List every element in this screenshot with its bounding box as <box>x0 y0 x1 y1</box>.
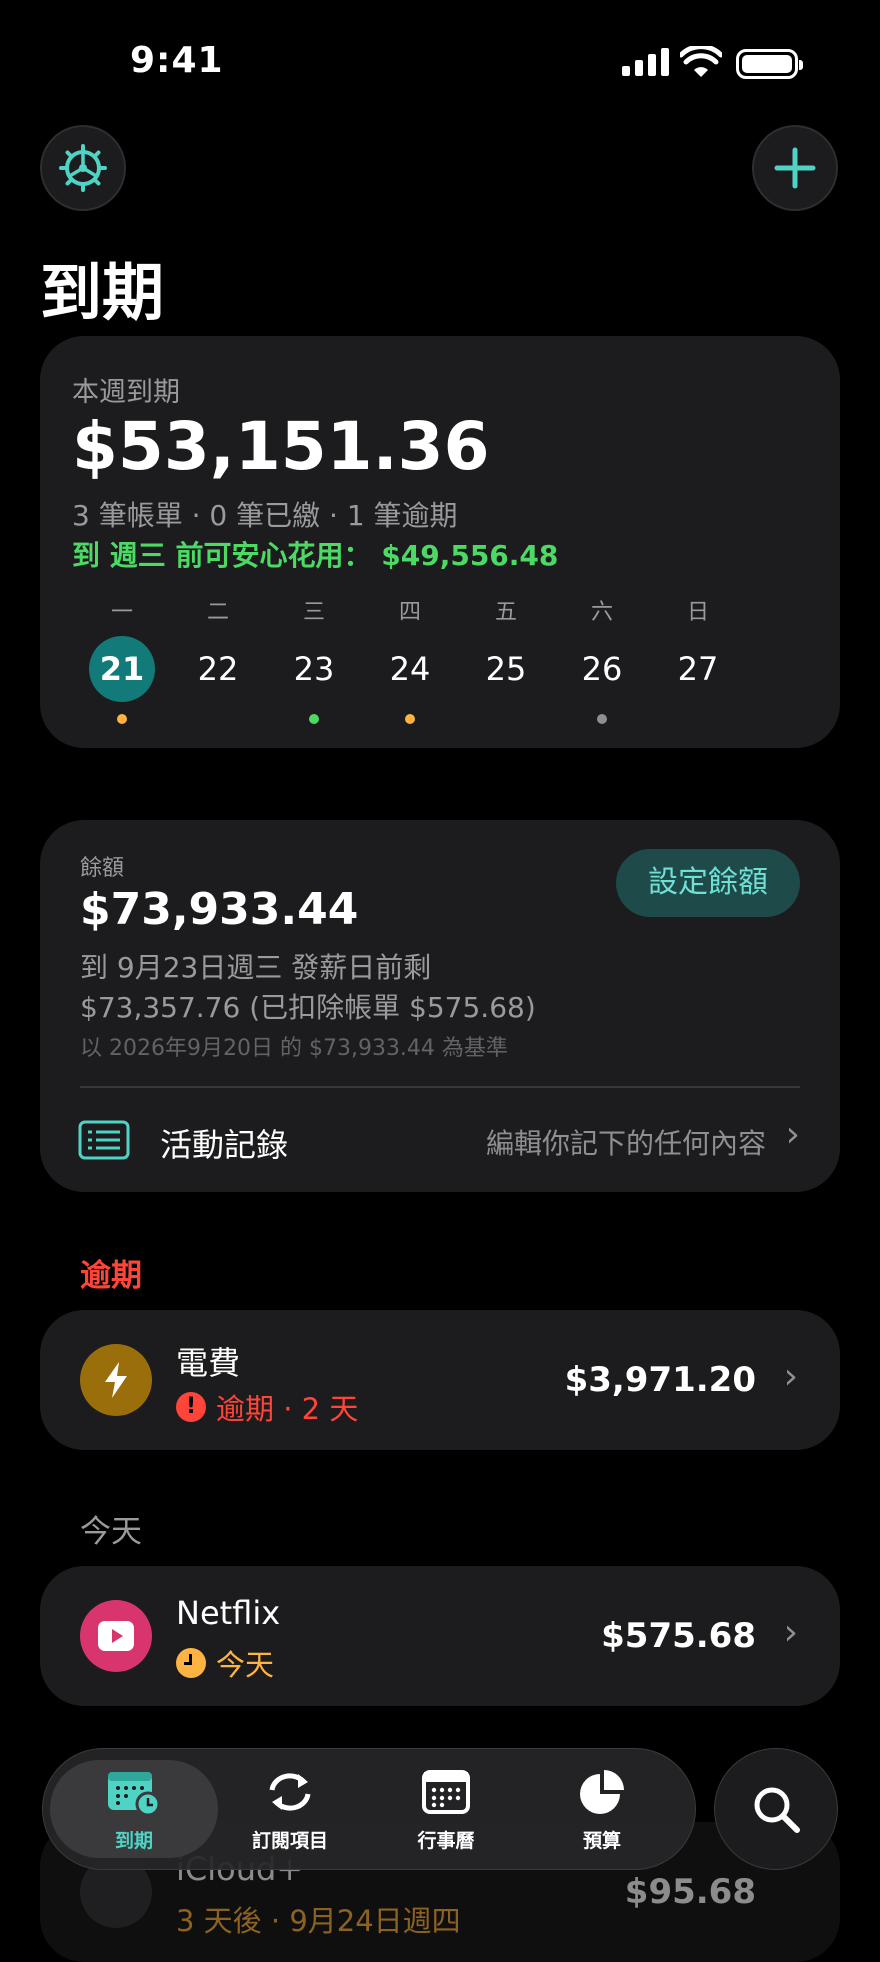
cellular-signal-icon <box>622 48 669 76</box>
weekday-label: 六 <box>590 600 613 625</box>
due-dot <box>117 714 127 724</box>
day-cell[interactable]: 六 26 <box>554 594 650 724</box>
search-icon <box>754 1787 800 1833</box>
day-cell[interactable]: 三 23 <box>266 594 362 724</box>
week-label: 本週到期 <box>72 377 180 408</box>
bill-status-text: 今天 <box>216 1648 275 1682</box>
date-number: 22 <box>197 650 239 688</box>
date-number: 23 <box>293 650 335 688</box>
date-number: 24 <box>389 650 431 688</box>
bill-status: 今天 <box>176 1642 274 1684</box>
day-cell[interactable]: 二 22 <box>170 594 266 724</box>
due-dot <box>693 714 703 724</box>
bill-name: Netflix <box>176 1594 281 1632</box>
tab-budget[interactable]: 預算 <box>518 1760 686 1858</box>
today-heading: 今天 <box>80 1514 142 1550</box>
alert-icon: ! <box>176 1392 206 1422</box>
tab-label: 到期 <box>114 1830 153 1852</box>
date-number: 25 <box>485 650 527 688</box>
battery-icon <box>736 49 803 79</box>
due-dot <box>405 714 415 724</box>
chevron-right-icon: › <box>785 1114 800 1155</box>
balance-label: 餘額 <box>80 856 125 881</box>
play-icon <box>80 1600 152 1672</box>
calendar-icon <box>422 1770 470 1814</box>
bill-status: ! 逾期 · 2 天 <box>176 1386 358 1428</box>
gear-icon <box>59 144 107 192</box>
tab-due[interactable]: 到期 <box>50 1760 218 1858</box>
activity-log-label: 活動記錄 <box>160 1126 289 1164</box>
settings-button[interactable] <box>40 125 126 211</box>
week-summary: 3 筆帳單 · 0 筆已繳 · 1 筆逾期 <box>72 499 458 532</box>
activity-log-hint: 編輯你記下的任何內容 <box>485 1127 766 1160</box>
weekday-label: 日 <box>686 600 709 625</box>
due-dot <box>213 714 223 724</box>
status-time: 9:41 <box>130 40 224 81</box>
day-cell[interactable]: 一 21 <box>74 594 170 724</box>
tab-label: 行事曆 <box>417 1830 475 1852</box>
tab-label: 預算 <box>582 1830 621 1852</box>
tab-calendar[interactable]: 行事曆 <box>362 1760 530 1858</box>
tab-subscriptions[interactable]: 訂閱項目 <box>206 1760 374 1858</box>
week-day-strip: 一 21 二 22 三 23 四 24 五 25 六 26 日 27 <box>74 594 774 724</box>
chevron-right-icon: › <box>783 1612 798 1653</box>
date-number: 27 <box>677 650 719 688</box>
bill-status: 3 天後 · 9月24日週四 <box>176 1904 461 1938</box>
bill-amount: $575.68 <box>601 1616 756 1656</box>
date-number: 26 <box>581 650 623 688</box>
safe-to-spend-label: 到 週三 前可安心花用： <box>72 539 372 572</box>
pie-chart-icon <box>580 1770 624 1814</box>
weekday-label: 二 <box>206 600 229 625</box>
chevron-right-icon: › <box>783 1356 798 1397</box>
day-cell[interactable]: 日 27 <box>650 594 746 724</box>
list-icon <box>78 1120 130 1160</box>
lightning-icon <box>80 1344 152 1416</box>
weekday-label: 三 <box>302 600 325 625</box>
weekday-label: 五 <box>494 600 517 625</box>
bill-status-text: 逾期 · 2 天 <box>216 1392 359 1426</box>
bill-amount: $95.68 <box>624 1872 756 1912</box>
weekday-label: 四 <box>398 600 421 625</box>
calendar-clock-icon <box>108 1772 161 1817</box>
date-number: 21 <box>89 636 155 702</box>
payday-remaining: $73,357.76 (已扣除帳單 $575.68) <box>80 991 536 1024</box>
balance-baseline: 以 2026年9月20日 的 $73,933.44 為基準 <box>80 1036 508 1061</box>
bill-amount: $3,971.20 <box>564 1360 756 1400</box>
clock-icon <box>176 1648 206 1678</box>
safe-to-spend: 到 週三 前可安心花用： $49,556.48 <box>72 534 558 574</box>
balance-amount: $73,933.44 <box>80 884 359 935</box>
week-total: $53,151.36 <box>72 408 490 485</box>
day-cell[interactable]: 四 24 <box>362 594 458 724</box>
payday-line: 到 9月23日週三 發薪日前剩 <box>80 951 432 984</box>
bill-row-netflix[interactable]: Netflix 今天 $575.68 › <box>40 1566 840 1706</box>
safe-to-spend-amount: $49,556.48 <box>381 539 559 572</box>
bill-row-electricity[interactable]: 電費 ! 逾期 · 2 天 $3,971.20 › <box>40 1310 840 1450</box>
due-dot <box>309 714 319 724</box>
activity-log-row[interactable]: 活動記錄 編輯你記下的任何內容 › <box>40 1090 840 1190</box>
repeat-icon <box>269 1773 311 1811</box>
due-dot <box>597 714 607 724</box>
day-cell[interactable]: 五 25 <box>458 594 554 724</box>
page-title: 到期 <box>40 256 165 329</box>
wifi-icon <box>680 46 722 77</box>
due-dot <box>501 714 511 724</box>
weekday-label: 一 <box>110 600 133 625</box>
overdue-heading: 逾期 <box>80 1258 142 1294</box>
search-button[interactable] <box>714 1748 838 1870</box>
add-button[interactable] <box>752 125 838 211</box>
bill-name: 電費 <box>176 1344 241 1382</box>
tab-label: 訂閱項目 <box>251 1830 328 1852</box>
set-balance-button[interactable]: 設定餘額 <box>616 849 800 917</box>
divider <box>80 1086 800 1088</box>
plus-icon <box>774 147 816 189</box>
